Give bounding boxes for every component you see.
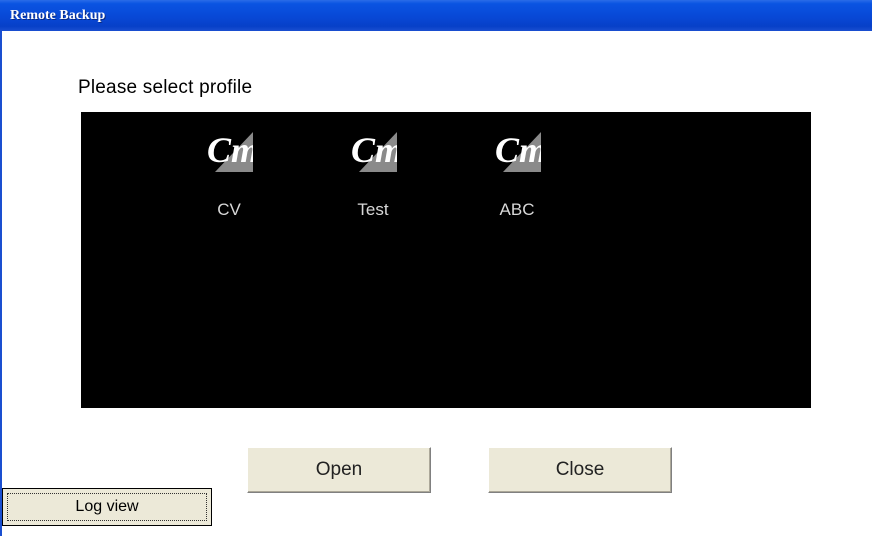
close-button[interactable]: Close	[488, 447, 672, 493]
profile-item-abc[interactable]: Cm ABC	[467, 112, 567, 232]
profile-logo-icon: Cm	[495, 130, 541, 172]
svg-text:Cm: Cm	[207, 130, 253, 170]
profile-list[interactable]: Cm CV Cm Test Cm ABC	[81, 112, 811, 408]
profile-label: ABC	[499, 200, 535, 219]
log-view-button[interactable]: Log view	[2, 488, 212, 526]
select-profile-heading: Please select profile	[78, 77, 253, 98]
open-button[interactable]: Open	[247, 447, 431, 493]
profile-item-test[interactable]: Cm Test	[323, 112, 423, 232]
window-title: Remote Backup	[10, 8, 106, 23]
title-bar[interactable]: Remote Backup	[0, 0, 872, 31]
profile-logo-icon: Cm	[207, 130, 253, 172]
profile-logo-icon: Cm	[351, 130, 397, 172]
close-button-label: Close	[555, 459, 605, 480]
svg-text:Cm: Cm	[351, 130, 397, 170]
window-border	[0, 31, 2, 536]
profile-item-cv[interactable]: Cm CV	[179, 112, 279, 232]
svg-text:Cm: Cm	[495, 130, 541, 170]
log-view-button-label: Log view	[7, 493, 207, 521]
profile-label: CV	[217, 200, 241, 219]
profile-label: Test	[357, 200, 389, 219]
open-button-label: Open	[315, 459, 363, 480]
